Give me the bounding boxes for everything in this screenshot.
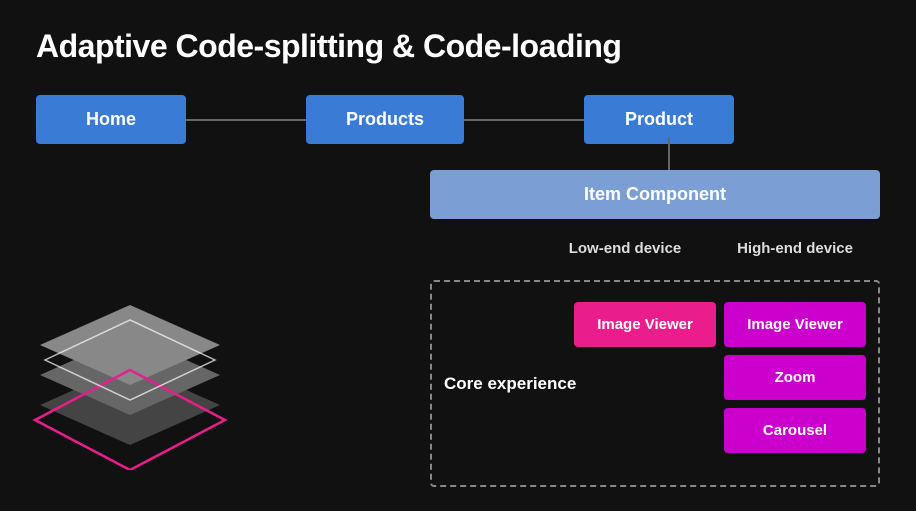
connector-line bbox=[668, 137, 670, 170]
page-title: Adaptive Code-splitting & Code-loading bbox=[36, 28, 880, 65]
high-end-col: Image Viewer Zoom Carousel bbox=[724, 298, 866, 453]
low-end-image-viewer[interactable]: Image Viewer bbox=[574, 302, 716, 347]
dashed-box: Core experience Image Viewer Image Viewe… bbox=[430, 280, 880, 487]
device-columns: Image Viewer Image Viewer Zoom Carousel bbox=[574, 298, 866, 469]
high-end-image-viewer[interactable]: Image Viewer bbox=[724, 302, 866, 347]
item-component-box: Item Component bbox=[430, 170, 880, 219]
nav-row: Home Products Product bbox=[36, 95, 880, 144]
item-component-section: Item Component bbox=[430, 170, 880, 219]
nav-product[interactable]: Product bbox=[584, 95, 734, 144]
core-experience-section: Core experience Image Viewer Image Viewe… bbox=[430, 280, 880, 487]
low-end-col: Image Viewer bbox=[574, 298, 716, 347]
layers-icon bbox=[20, 300, 240, 470]
carousel-button[interactable]: Carousel bbox=[724, 408, 866, 453]
page: Adaptive Code-splitting & Code-loading H… bbox=[0, 0, 916, 511]
device-labels: Low-end device High-end device bbox=[430, 240, 880, 257]
core-experience-label: Core experience bbox=[444, 374, 576, 394]
nav-line-2 bbox=[464, 119, 584, 121]
nav-products[interactable]: Products bbox=[306, 95, 464, 144]
high-end-label: High-end device bbox=[710, 240, 880, 257]
nav-line-1 bbox=[186, 119, 306, 121]
low-end-label: Low-end device bbox=[430, 240, 710, 257]
nav-home[interactable]: Home bbox=[36, 95, 186, 144]
zoom-button[interactable]: Zoom bbox=[724, 355, 866, 400]
